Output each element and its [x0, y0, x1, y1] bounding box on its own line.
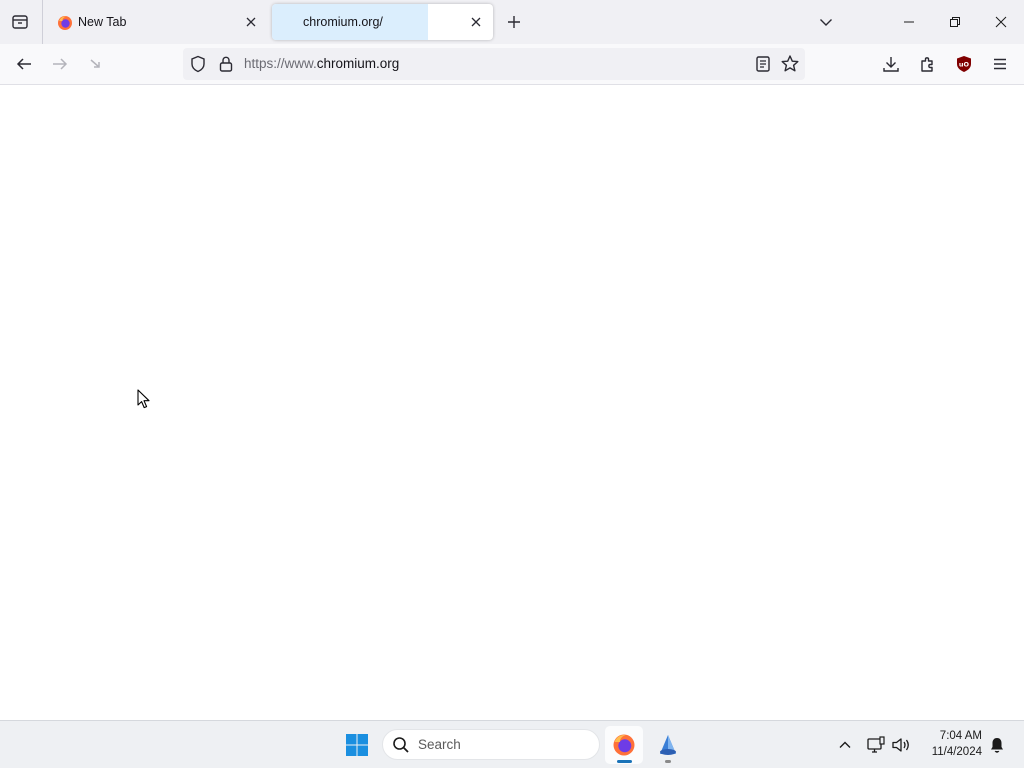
url-scheme: https://www. [244, 56, 317, 71]
search-placeholder: Search [418, 737, 461, 752]
taskbar-search-box[interactable]: Search [382, 729, 600, 760]
back-button[interactable] [9, 49, 39, 79]
tab-chromium[interactable]: chromium.org/ [272, 4, 493, 40]
tab-close-button[interactable] [467, 13, 485, 31]
extensions-button[interactable] [913, 49, 943, 79]
firefox-view-icon [12, 15, 28, 29]
arrow-left-icon [16, 58, 31, 70]
navigation-toolbar: https://www.chromium.org uO [0, 44, 1024, 85]
chevron-up-icon[interactable] [836, 736, 854, 754]
reader-view-icon[interactable] [753, 54, 773, 74]
firefox-icon [58, 16, 72, 30]
ublock-origin-button[interactable]: uO [949, 49, 979, 79]
page-content[interactable] [0, 85, 1024, 720]
mouse-cursor-icon [137, 389, 150, 409]
taskbar-firefox[interactable] [605, 726, 643, 764]
taskbar-app[interactable] [649, 726, 687, 764]
star-icon[interactable] [780, 54, 800, 74]
download-icon [883, 57, 899, 72]
stop-button[interactable] [81, 49, 111, 79]
restore-button[interactable] [932, 0, 978, 44]
forward-button[interactable] [45, 49, 75, 79]
running-indicator [617, 760, 632, 763]
windows-logo-icon [346, 734, 368, 756]
network-icon[interactable] [866, 735, 886, 755]
stop-icon [90, 59, 100, 68]
list-all-tabs-button[interactable] [812, 8, 840, 36]
app-icon [660, 735, 676, 755]
restore-icon [950, 17, 960, 27]
url-text[interactable]: https://www.chromium.org [244, 56, 399, 71]
clock-time: 7:04 AM [939, 730, 982, 742]
bell-icon[interactable] [988, 736, 1006, 754]
close-icon [471, 17, 481, 27]
downloads-button[interactable] [876, 49, 906, 79]
chevron-down-icon [820, 19, 832, 26]
tab-close-button[interactable] [242, 13, 260, 31]
plus-icon [508, 16, 520, 28]
tab-separator [42, 0, 43, 44]
firefox-icon [613, 734, 635, 756]
volume-icon[interactable] [891, 735, 911, 755]
firefox-view-button[interactable] [4, 6, 36, 38]
ublock-icon: uO [957, 56, 971, 72]
clock-date: 11/4/2024 [931, 746, 982, 758]
clock[interactable]: 7:04 AM 11/4/2024 [918, 728, 982, 760]
start-button[interactable] [341, 729, 373, 761]
puzzle-icon [921, 57, 933, 72]
lock-icon[interactable] [217, 55, 235, 73]
close-icon [995, 16, 1007, 28]
svg-text:uO: uO [959, 61, 970, 69]
running-indicator [665, 760, 671, 763]
minimize-icon [904, 21, 914, 23]
tab-new-tab[interactable]: New Tab [48, 4, 268, 40]
taskbar: Search 7:04 AM 11/4/2024 [0, 720, 1024, 768]
app-menu-button[interactable] [985, 49, 1015, 79]
close-window-button[interactable] [978, 0, 1024, 44]
shield-icon[interactable] [189, 55, 207, 73]
tab-title: chromium.org/ [303, 15, 383, 29]
search-icon [393, 737, 409, 753]
url-bar[interactable]: https://www.chromium.org [183, 48, 805, 80]
hamburger-menu-icon [994, 58, 1006, 70]
close-icon [246, 17, 256, 27]
url-host: chromium.org [316, 56, 400, 71]
minimize-button[interactable] [886, 0, 932, 44]
tab-strip: New Tab chromium.org/ [0, 0, 1024, 44]
arrow-right-icon [53, 58, 68, 70]
tab-title: New Tab [78, 15, 127, 29]
new-tab-button[interactable] [500, 8, 528, 36]
